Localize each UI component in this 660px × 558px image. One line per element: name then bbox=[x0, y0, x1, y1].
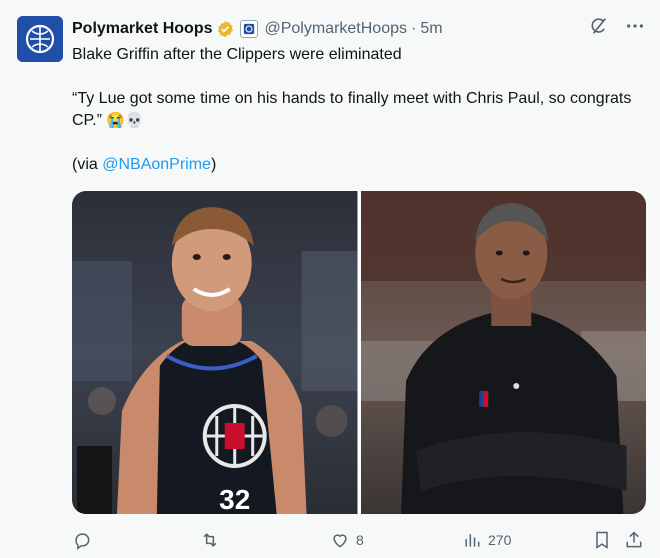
views-count: 270 bbox=[488, 532, 512, 548]
more-icon[interactable] bbox=[624, 15, 646, 37]
via-suffix: ) bbox=[210, 156, 217, 173]
bookmark-icon bbox=[596, 531, 608, 549]
photo-blake-griffin[interactable]: 32 bbox=[72, 191, 358, 514]
tweet-line-1: Blake Griffin after the Clippers were el… bbox=[72, 46, 402, 63]
retweet-icon bbox=[203, 533, 217, 547]
tweet[interactable]: Polymarket Hoops @PolymarketHoops · 5m B… bbox=[0, 0, 660, 558]
jersey-number: 32 bbox=[219, 484, 250, 514]
tweet-quote: “Ty Lue got some time on his hands to fi… bbox=[72, 88, 632, 132]
like-icon bbox=[333, 534, 347, 548]
views-icon bbox=[465, 534, 480, 547]
avatar[interactable] bbox=[17, 16, 63, 62]
timestamp[interactable]: 5m bbox=[420, 20, 442, 38]
display-name[interactable]: Polymarket Hoops bbox=[72, 20, 212, 38]
views-button[interactable]: 270 bbox=[462, 530, 511, 550]
reply-button[interactable] bbox=[72, 530, 98, 550]
emoji-crying-skull: 😭💀 bbox=[106, 112, 144, 129]
user-handle[interactable]: @PolymarketHoops bbox=[264, 20, 407, 38]
media-grid: 32 bbox=[72, 191, 646, 514]
bookmark-button[interactable] bbox=[592, 530, 612, 550]
retweet-button[interactable] bbox=[200, 530, 226, 550]
action-bar: 8 270 bbox=[72, 526, 646, 554]
quote-text: “Ty Lue got some time on his hands to fi… bbox=[72, 90, 632, 129]
via-prefix: (via bbox=[72, 156, 103, 173]
share-button[interactable] bbox=[624, 530, 644, 550]
affiliate-badge-icon[interactable] bbox=[240, 20, 259, 38]
share-icon bbox=[626, 531, 642, 548]
tweet-text: Blake Griffin after the Clippers were el… bbox=[72, 44, 632, 176]
mention-link[interactable]: @NBAonPrime bbox=[102, 156, 211, 173]
grok-icon[interactable] bbox=[588, 15, 610, 37]
like-button[interactable]: 8 bbox=[330, 530, 364, 550]
reply-icon bbox=[75, 533, 90, 550]
verified-badge-icon bbox=[216, 20, 234, 38]
tweet-via: (via @NBAonPrime) bbox=[72, 154, 632, 176]
separator-dot: · bbox=[411, 20, 417, 37]
like-count: 8 bbox=[356, 532, 364, 548]
photo-tyronn-lue[interactable] bbox=[360, 191, 646, 514]
tweet-header: Polymarket Hoops @PolymarketHoops · 5m bbox=[72, 17, 640, 41]
top-actions bbox=[588, 15, 646, 37]
